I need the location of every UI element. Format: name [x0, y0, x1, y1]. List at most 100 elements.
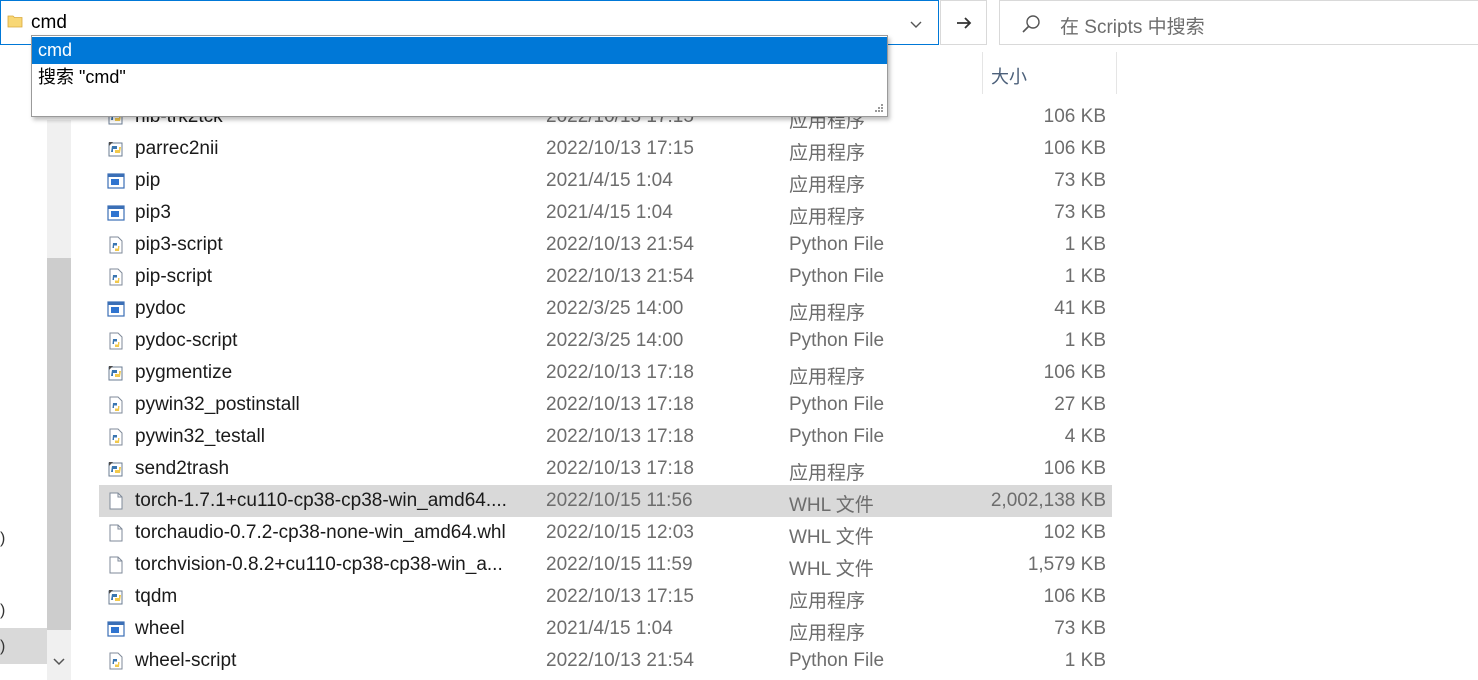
- address-input[interactable]: [31, 9, 881, 37]
- file-name: pywin32_testall: [135, 426, 265, 447]
- search-placeholder: 在 Scripts 中搜索: [1060, 17, 1205, 38]
- python-file-icon: [107, 652, 125, 670]
- file-row[interactable]: tqdm 2022/10/13 17:15 应用程序 106 KB: [99, 581, 1112, 613]
- file-row[interactable]: pygmentize 2022/10/13 17:18 应用程序 106 KB: [99, 357, 1112, 389]
- file-date: 2022/10/15 11:59: [546, 554, 693, 575]
- file-type: WHL 文件: [789, 559, 874, 580]
- file-type: Python File: [789, 394, 885, 415]
- folder-icon: [7, 15, 23, 28]
- file-size: 106 KB: [1043, 586, 1106, 607]
- file-row[interactable]: send2trash 2022/10/13 17:18 应用程序 106 KB: [99, 453, 1112, 485]
- file-row[interactable]: torch-1.7.1+cu110-cp38-cp38-win_amd64...…: [99, 485, 1112, 517]
- nav-pane-fragment: ): [0, 602, 6, 619]
- file-name: send2trash: [135, 458, 230, 479]
- blank-file-icon: [107, 524, 125, 542]
- nav-pane-scrollbar[interactable]: [47, 120, 71, 680]
- file-date: 2022/10/13 17:18: [546, 458, 694, 479]
- file-size: 106 KB: [1043, 362, 1106, 383]
- nav-pane-fragment: ): [0, 530, 6, 547]
- go-button[interactable]: [940, 0, 987, 45]
- file-type: Python File: [789, 266, 885, 287]
- file-name: wheel: [135, 618, 185, 639]
- file-type: Python File: [789, 330, 885, 351]
- file-type: Python File: [789, 650, 885, 671]
- file-name: wheel-script: [135, 650, 237, 671]
- file-row[interactable]: torchvision-0.8.2+cu110-cp38-cp38-win_a.…: [99, 549, 1112, 581]
- search-box[interactable]: 在 Scripts 中搜索: [999, 0, 1478, 45]
- file-date: 2022/10/13 17:15: [546, 138, 694, 159]
- file-row[interactable]: parrec2nii 2022/10/13 17:15 应用程序 106 KB: [99, 133, 1112, 165]
- file-name: pip-script: [135, 266, 213, 287]
- file-row[interactable]: pywin32_testall 2022/10/13 17:18 Python Fi…: [99, 421, 1112, 453]
- file-size: 2,002,138 KB: [990, 490, 1106, 511]
- file-type: 应用程序: [789, 367, 866, 388]
- python-exe-icon: [107, 460, 125, 478]
- file-date: 2022/10/13 21:54: [546, 266, 694, 287]
- file-row[interactable]: pydoc-script 2022/3/25 14:00 Python File 1 …: [99, 325, 1112, 357]
- blank-file-icon: [107, 492, 125, 510]
- file-date: 2022/10/13 17:18: [546, 362, 694, 383]
- file-name: pywin32_postinstall: [135, 394, 300, 415]
- file-size: 41 KB: [1054, 298, 1106, 319]
- search-icon: [1022, 15, 1040, 33]
- file-type: 应用程序: [789, 623, 866, 644]
- file-name: tqdm: [135, 586, 178, 607]
- python-exe-icon: [107, 364, 125, 382]
- file-type: Python File: [789, 426, 885, 447]
- file-type: 应用程序: [789, 303, 866, 324]
- file-name: pydoc-script: [135, 330, 238, 351]
- file-row[interactable]: wheel-script 2022/10/13 21:54 Python File 1…: [99, 645, 1112, 677]
- file-type: 应用程序: [789, 207, 866, 228]
- file-row[interactable]: torchaudio-0.7.2-cp38-none-win_amd64.whl…: [99, 517, 1112, 549]
- python-file-icon: [107, 396, 125, 414]
- file-size: 4 KB: [1064, 426, 1106, 447]
- file-name: torchaudio-0.7.2-cp38-none-win_amd64.whl: [135, 522, 506, 543]
- file-name: pygmentize: [135, 362, 233, 383]
- scrollbar-thumb[interactable]: [47, 258, 71, 630]
- file-size: 73 KB: [1054, 170, 1106, 191]
- resize-grip-icon[interactable]: [874, 103, 884, 113]
- file-name: pip: [135, 170, 161, 191]
- nav-pane-fragment: ): [0, 638, 6, 655]
- python-file-icon: [107, 268, 125, 286]
- file-size: 1 KB: [1064, 650, 1106, 671]
- dropdown-item-cmd[interactable]: cmd: [32, 37, 887, 64]
- file-name: pip3: [135, 202, 171, 223]
- file-row[interactable]: pip3-script 2022/10/13 21:54 Python File 1 …: [99, 229, 1112, 261]
- file-type: 应用程序: [789, 175, 866, 196]
- file-size: 1 KB: [1064, 266, 1106, 287]
- file-row[interactable]: pip 2021/4/15 1:04 应用程序 73 KB: [99, 165, 1112, 197]
- file-size: 106 KB: [1043, 106, 1106, 127]
- file-date: 2022/10/13 17:18: [546, 394, 694, 415]
- file-row[interactable]: pip3 2021/4/15 1:04 应用程序 73 KB: [99, 197, 1112, 229]
- scroll-down-icon[interactable]: [52, 655, 66, 669]
- file-row[interactable]: pywin32_postinstall 2022/10/13 17:18 Pytho…: [99, 389, 1112, 421]
- file-size: 27 KB: [1054, 394, 1106, 415]
- file-type: 应用程序: [789, 143, 866, 164]
- column-header-size-label: 大小: [991, 67, 1027, 87]
- file-name: parrec2nii: [135, 138, 219, 159]
- exe-icon: [107, 204, 125, 222]
- file-type: WHL 文件: [789, 495, 874, 516]
- file-date: 2022/10/13 21:54: [546, 234, 694, 255]
- file-row[interactable]: wheel 2021/4/15 1:04 应用程序 73 KB: [99, 613, 1112, 645]
- file-date: 2021/4/15 1:04: [546, 618, 673, 639]
- file-date: 2022/10/13 17:18: [546, 426, 694, 447]
- file-row[interactable]: pydoc 2022/3/25 14:00 应用程序 41 KB: [99, 293, 1112, 325]
- file-size: 1 KB: [1064, 330, 1106, 351]
- autocomplete-dropdown: cmd 搜索 "cmd": [31, 35, 888, 117]
- column-header-size[interactable]: 大小: [982, 52, 1117, 94]
- file-size: 106 KB: [1043, 458, 1106, 479]
- exe-icon: [107, 172, 125, 190]
- file-size: 73 KB: [1054, 202, 1106, 223]
- file-row[interactable]: pip-script 2022/10/13 21:54 Python File 1 K…: [99, 261, 1112, 293]
- file-name: pydoc: [135, 298, 186, 319]
- dropdown-item-search-cmd[interactable]: 搜索 "cmd": [32, 64, 887, 91]
- file-type: Python File: [789, 234, 885, 255]
- python-file-icon: [107, 332, 125, 350]
- exe-icon: [107, 620, 125, 638]
- chevron-down-icon[interactable]: [907, 15, 925, 33]
- python-file-icon: [107, 236, 125, 254]
- file-type: 应用程序: [789, 463, 866, 484]
- file-name: pip3-script: [135, 234, 223, 255]
